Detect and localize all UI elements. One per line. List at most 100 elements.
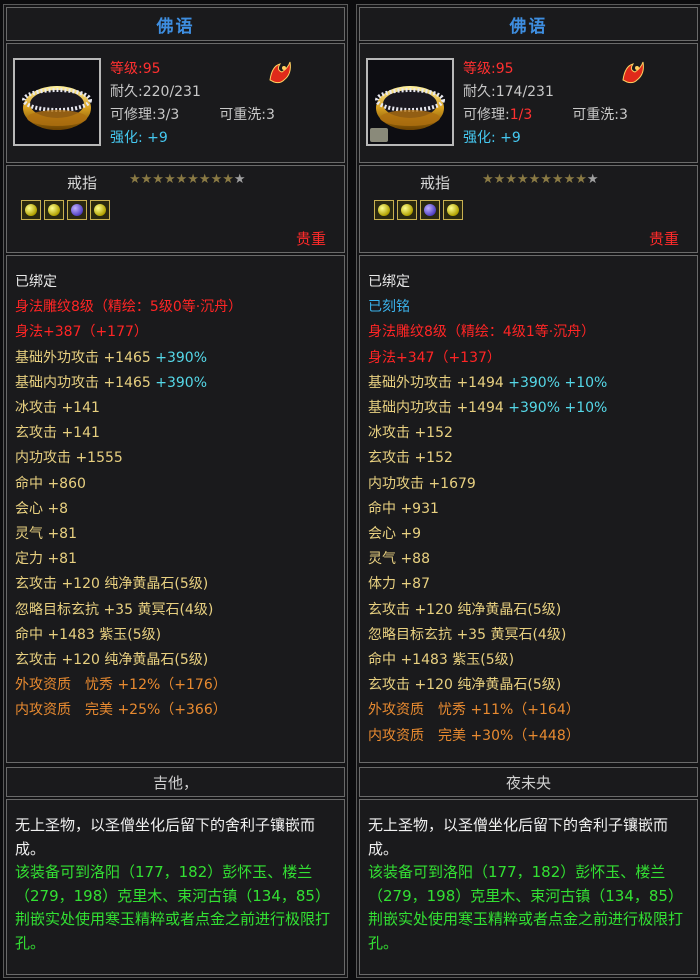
stat-line: 外攻资质 忧秀 +11%（+164）: [368, 698, 607, 723]
item-title: 佛语: [156, 16, 195, 37]
item-header: 等级:95 耐久:174/231 可修理:1/3 可重洗:3 强化: +9: [359, 43, 698, 163]
item-type: 戒指: [420, 174, 451, 192]
stat-text: 冰攻击 +152: [368, 425, 453, 442]
stars-filled: ★★★★★★★★★: [482, 172, 587, 187]
stat-text: 定力 +81: [15, 551, 77, 568]
stat-line: 命中 +931: [368, 497, 607, 522]
stat-line: 基础外功攻击 +1494 +390% +10%: [368, 371, 607, 396]
level-text: 等级:95: [463, 61, 514, 77]
stat-text: 基础内功攻击 +1494: [368, 400, 504, 417]
stat-line: 已绑定: [15, 270, 242, 295]
stat-line: 玄攻击 +120 纯净黄晶石(5级): [15, 572, 242, 597]
stat-text: 灵气 +81: [15, 526, 77, 543]
enhance-label: 强化:: [463, 130, 496, 146]
stat-line: 冰攻击 +152: [368, 421, 607, 446]
gem-slots: [21, 200, 110, 220]
enhance-value: +9: [147, 130, 168, 146]
stat-text: 身法雕纹8级（精绘：4级1等·沉舟）: [368, 324, 596, 341]
stat-line: 玄攻击 +152: [368, 446, 607, 471]
stat-text: 内功攻击 +1555: [15, 450, 123, 467]
stat-line: 命中 +860: [15, 472, 242, 497]
durability-text: 耐久:220/231: [110, 84, 201, 100]
desc-hint: 该装备可到洛阳（177，182）彭怀玉、楼兰（279，198）克里木、束河古镇（…: [368, 863, 684, 952]
stat-line: 定力 +81: [15, 547, 242, 572]
stat-line: 身法雕纹8级（精绘：5级0等·沉舟）: [15, 295, 242, 320]
stat-line: 灵气 +81: [15, 522, 242, 547]
stat-text: 冰攻击 +141: [15, 400, 100, 417]
ring-icon[interactable]: [366, 58, 454, 146]
owner-bar: 吉他，: [6, 767, 345, 797]
durability-text: 耐久:174/231: [463, 84, 554, 100]
enhance-label: 强化:: [110, 130, 143, 146]
gem-slot-icon[interactable]: [443, 200, 463, 220]
stat-text: 身法雕纹8级（精绘：5级0等·沉舟）: [15, 299, 243, 316]
description-section: 无上圣物，以圣僧坐化后留下的舍利子镶嵌而成。 该装备可到洛阳（177，182）彭怀…: [6, 799, 345, 975]
stat-text: 命中 +931: [368, 500, 439, 517]
stat-bonus: +390% +10%: [508, 400, 608, 417]
owner-name: 吉他，: [152, 773, 198, 792]
stat-line: 体力 +87: [368, 572, 607, 597]
rarity-text: 贵重: [295, 230, 326, 248]
stat-text: 已绑定: [368, 274, 410, 290]
stat-text: 基础内功攻击 +1465: [15, 374, 151, 391]
stat-line: 忽略目标玄抗 +35 黄冥石(4级): [368, 623, 607, 648]
type-section: 戒指 ★★★★★★★★★★ 贵重: [359, 165, 698, 253]
enhance-value: +9: [500, 130, 521, 146]
gem-slot-icon[interactable]: [44, 200, 64, 220]
description-section: 无上圣物，以圣僧坐化后留下的舍利子镶嵌而成。 该装备可到洛阳（177，182）彭怀…: [359, 799, 698, 975]
gem-slot-icon[interactable]: [397, 200, 417, 220]
owner-name: 夜未央: [505, 773, 551, 792]
repair-label: 可修理:: [110, 107, 157, 123]
item-info: 等级:95 耐久:174/231 可修理:1/3 可重洗:3 强化: +9: [463, 58, 628, 150]
item-type: 戒指: [67, 174, 98, 192]
stat-text: 命中 +1483 紫玉(5级): [15, 626, 162, 643]
stat-line: 基础内功攻击 +1494 +390% +10%: [368, 396, 607, 421]
owner-bar: 夜未央: [359, 767, 698, 797]
stars-empty: ★: [586, 172, 599, 187]
repair-value: 1/3: [509, 107, 533, 123]
stat-line: 内功攻击 +1555: [15, 446, 242, 471]
stat-text: 会心 +9: [368, 526, 422, 543]
stat-text: 命中 +860: [15, 475, 86, 492]
ring-icon[interactable]: [13, 58, 101, 146]
stat-text: 内攻资质 完美 +25%（+366）: [15, 702, 227, 719]
rewash-text: 可重洗:3: [219, 107, 275, 123]
desc-intro: 无上圣物，以圣僧坐化后留下的舍利子镶嵌而成。: [15, 816, 316, 858]
stat-text: 玄攻击 +141: [15, 425, 100, 442]
stat-text: 外攻资质 忧秀 +11%（+164）: [368, 702, 580, 719]
stat-line: 外攻资质 忧秀 +12%（+176）: [15, 673, 242, 698]
stat-bonus: +390%: [155, 374, 208, 391]
lock-icon: [370, 128, 388, 142]
stat-line: 玄攻击 +120 纯净黄晶石(5级): [368, 598, 607, 623]
stat-line: 玄攻击 +141: [15, 421, 242, 446]
enhance-row: 强化: +9: [110, 127, 275, 150]
type-section: 戒指 ★★★★★★★★★★ 贵重: [6, 165, 345, 253]
stat-bonus: +390%: [155, 349, 208, 366]
stat-line: 身法+347（+137）: [368, 346, 607, 371]
comparison-view: 佛语 等级:95 耐久:220/231 可修理:3/3 可重洗:3 强化: +9…: [0, 0, 700, 980]
item-info: 等级:95 耐久:220/231 可修理:3/3 可重洗:3 强化: +9: [110, 58, 275, 150]
stat-text: 玄攻击 +120 纯净黄晶石(5级): [368, 601, 562, 618]
stat-line: 命中 +1483 紫玉(5级): [368, 648, 607, 673]
stat-text: 内功攻击 +1679: [368, 475, 476, 492]
rarity-text: 贵重: [648, 230, 679, 248]
repair-label: 可修理:: [463, 107, 510, 123]
stats-list: 已绑定 身法雕纹8级（精绘：5级0等·沉舟） 身法+387（+177） 基础外功攻击 …: [15, 270, 242, 724]
gem-slot-icon[interactable]: [420, 200, 440, 220]
stars-empty: ★: [233, 172, 246, 187]
stat-text: 基础外功攻击 +1494: [368, 374, 504, 391]
stat-text: 命中 +1483 紫玉(5级): [368, 652, 515, 669]
gem-slot-icon[interactable]: [374, 200, 394, 220]
title-bar: 佛语: [359, 7, 698, 41]
stat-text: 忽略目标玄抗 +35 黄冥石(4级): [368, 626, 567, 643]
stat-line: 冰攻击 +141: [15, 396, 242, 421]
gem-slot-icon[interactable]: [21, 200, 41, 220]
stat-line: 玄攻击 +120 纯净黄晶石(5级): [15, 648, 242, 673]
gem-slot-icon[interactable]: [67, 200, 87, 220]
stats-section: 已绑定 身法雕纹8级（精绘：5级0等·沉舟） 身法+387（+177） 基础外功攻击 …: [6, 255, 345, 763]
stat-text: 外攻资质 忧秀 +12%（+176）: [15, 677, 227, 694]
stats-list: 已绑定 已刻铭 身法雕纹8级（精绘：4级1等·沉舟） 身法+347（+137） 基础外功…: [368, 270, 607, 749]
stars-filled: ★★★★★★★★★: [129, 172, 234, 187]
stat-line: 内攻资质 完美 +25%（+366）: [15, 698, 242, 723]
gem-slot-icon[interactable]: [90, 200, 110, 220]
